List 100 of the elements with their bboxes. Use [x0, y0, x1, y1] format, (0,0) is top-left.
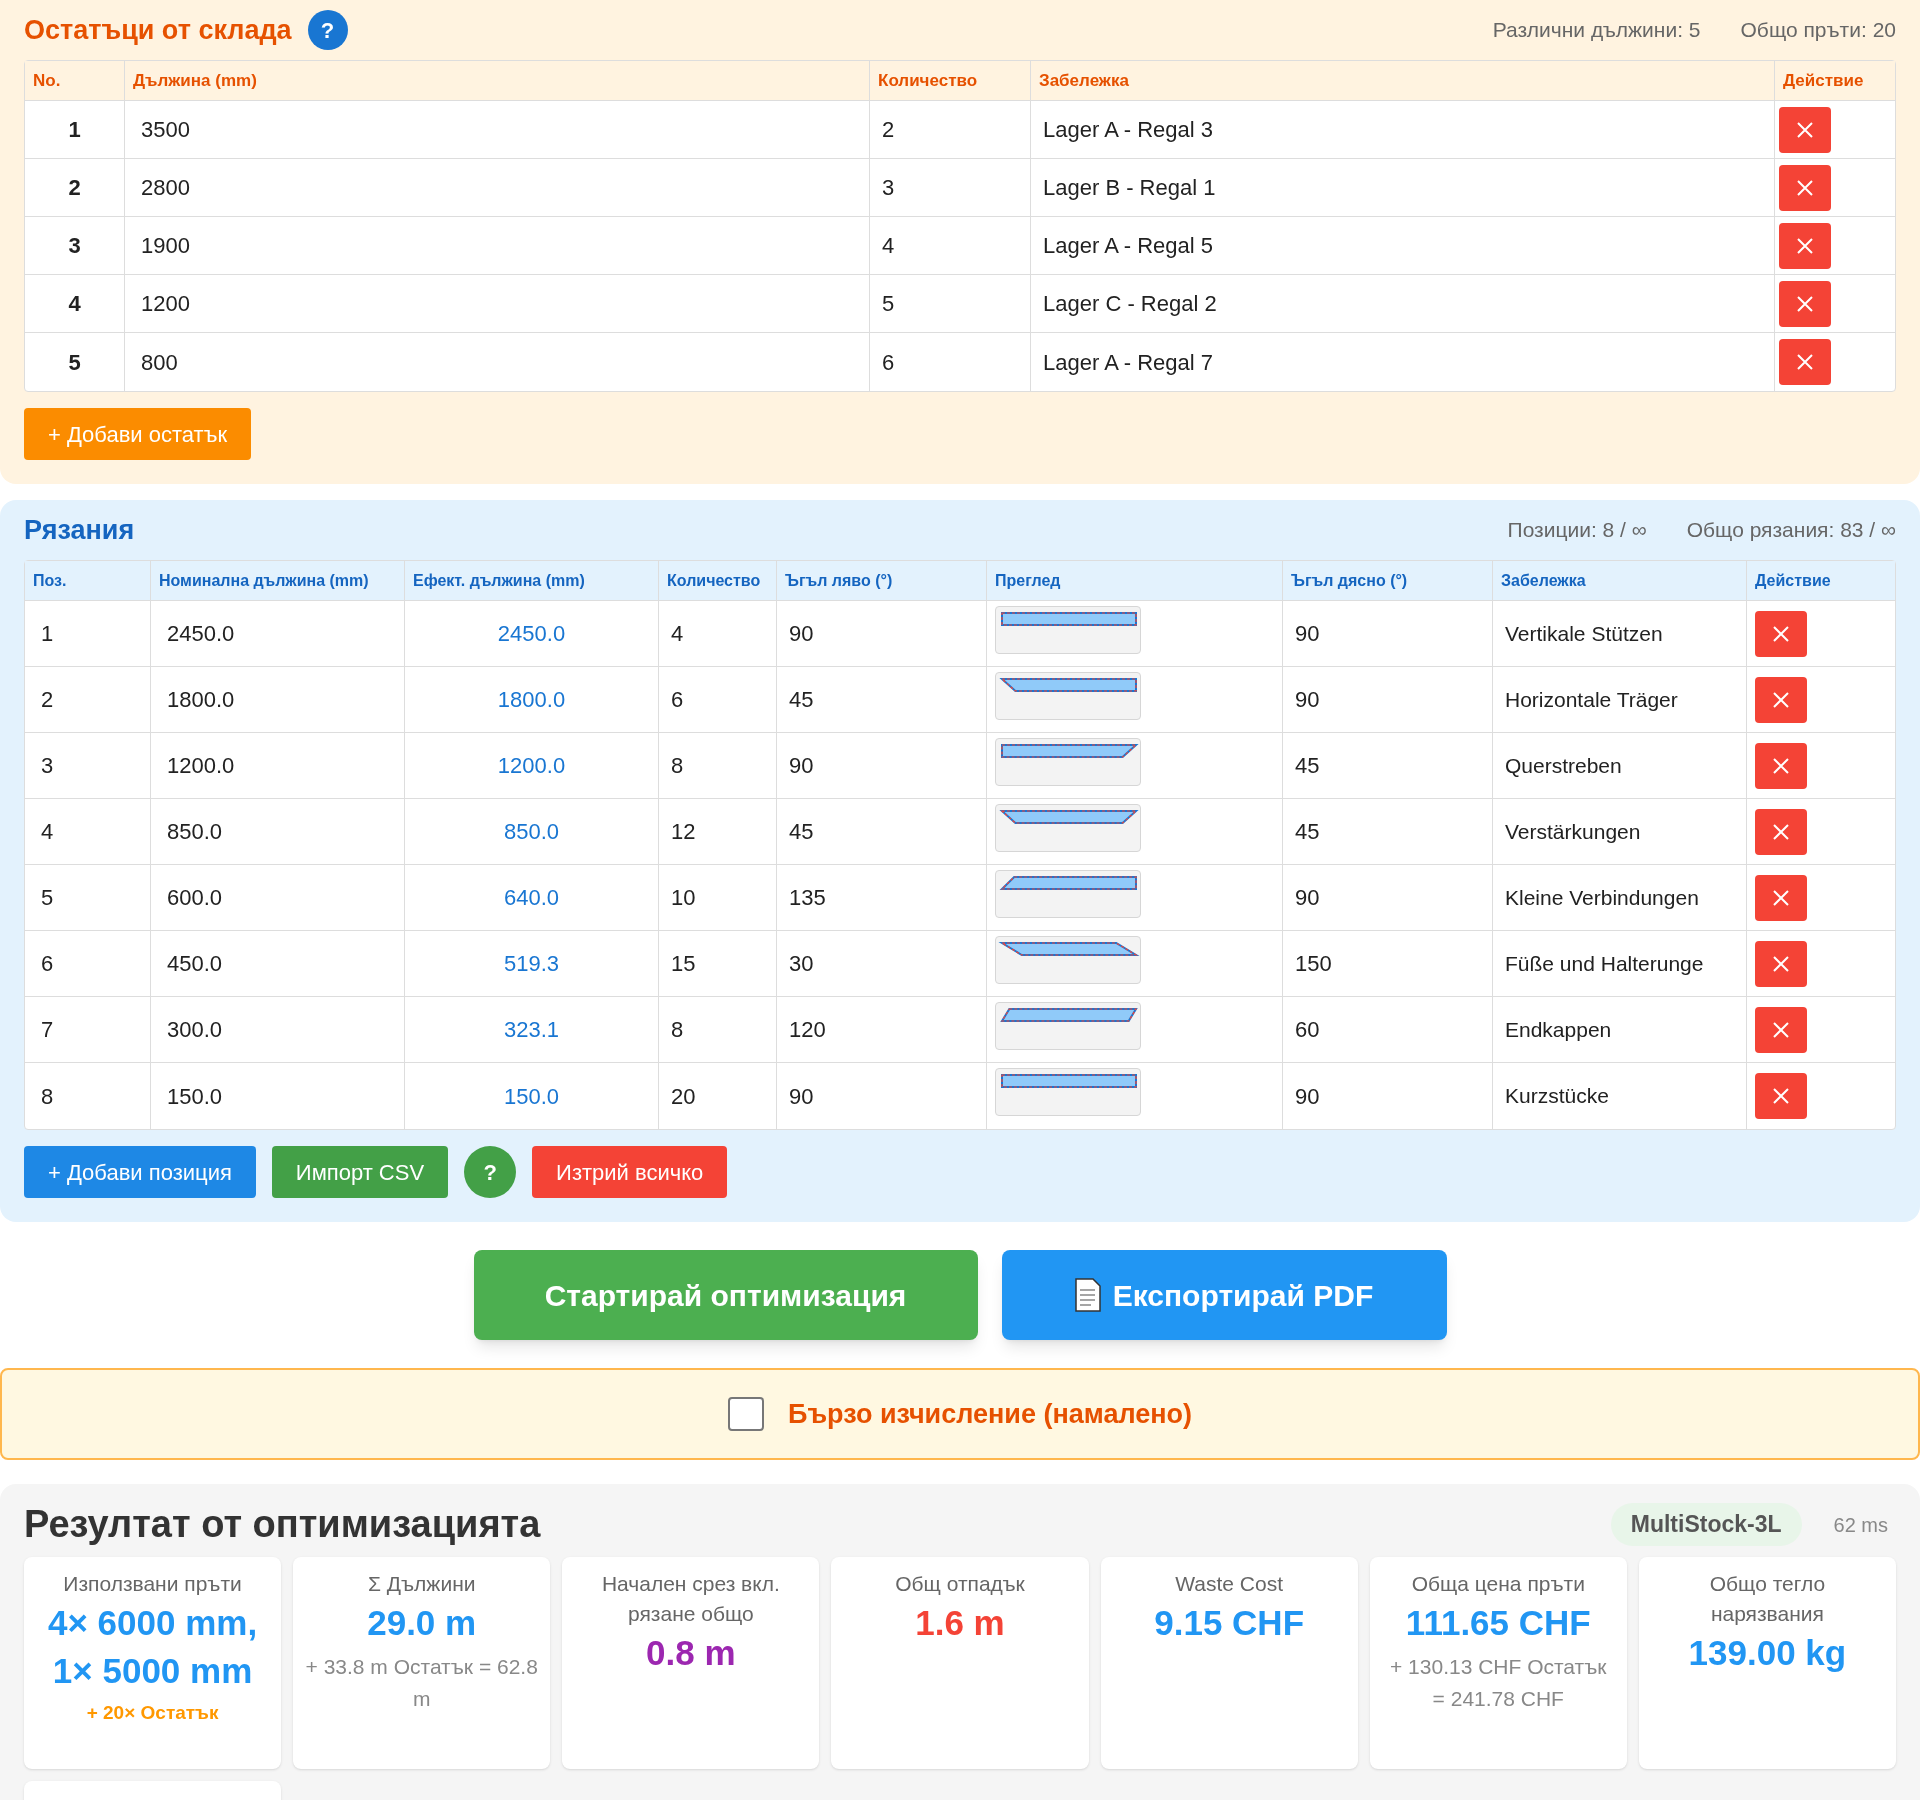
- delete-button[interactable]: [1779, 164, 1831, 211]
- table-cell: 45: [777, 667, 987, 732]
- table-cell: 4: [25, 799, 151, 864]
- close-icon: [1771, 755, 1791, 776]
- table-cell: 150.0: [151, 1063, 405, 1129]
- table-cell: 4: [25, 275, 125, 332]
- table-cell: Füße und Halterunge: [1493, 931, 1747, 996]
- table-cell: 6: [870, 333, 1031, 391]
- document-icon: [1074, 1278, 1101, 1312]
- table-cell: 450.0: [151, 931, 405, 996]
- delete-button[interactable]: [1779, 339, 1831, 385]
- delete-button[interactable]: [1755, 1073, 1807, 1119]
- fast-mode-checkbox[interactable]: [727, 1397, 764, 1431]
- card-title: Начален срез вкл. рязане общо: [600, 1571, 781, 1627]
- help-button[interactable]: ?: [464, 1146, 517, 1198]
- card-title: Използвани пръти: [63, 1571, 242, 1597]
- table-cell: 1200: [125, 275, 870, 332]
- table-cell: 640.0: [405, 865, 659, 930]
- table-cell: 90: [777, 733, 987, 798]
- table-cell: 12: [659, 799, 777, 864]
- section-title: Резултат от оптимизацията: [24, 1502, 541, 1547]
- column-header: Дължина (mm): [125, 61, 870, 100]
- clear-all-button[interactable]: Изтрий всичко: [532, 1146, 728, 1198]
- card-value: 111.65 CHF: [1405, 1602, 1591, 1644]
- table-cell: 2800: [125, 159, 870, 216]
- table-cell: Lager A - Regal 3: [1031, 101, 1775, 158]
- table-cell: 2: [25, 667, 151, 732]
- add-position-button[interactable]: + Добави позиция: [24, 1146, 256, 1198]
- table-cell: 3: [25, 733, 151, 798]
- column-header: Номинална дължина (mm): [151, 561, 405, 600]
- table-cell: 5: [870, 275, 1031, 332]
- table-cell: 600.0: [151, 865, 405, 930]
- delete-button[interactable]: [1755, 874, 1807, 921]
- card-value: 29.0 m: [367, 1602, 477, 1644]
- stat-text: Общо рязания: 83 / ∞: [1686, 517, 1896, 544]
- table-cell: 1200.0: [151, 733, 405, 798]
- table-cell: 8: [25, 1063, 151, 1129]
- table-cell: 1: [25, 601, 151, 666]
- table-cell: 1: [25, 101, 125, 158]
- table-cell: 2: [25, 159, 125, 216]
- close-icon: [1795, 293, 1815, 314]
- section-title: Остатъци от склада: [24, 13, 292, 47]
- column-header: Забележка: [1031, 61, 1775, 100]
- table-cell: 323.1: [405, 997, 659, 1062]
- column-header: Количество: [659, 561, 777, 600]
- column-header: No.: [25, 61, 125, 100]
- table-cell: 3: [870, 159, 1031, 216]
- table-cell: Lager A - Regal 5: [1031, 217, 1775, 274]
- table-cell: 850.0: [151, 799, 405, 864]
- column-header: Действие: [1754, 570, 1832, 591]
- stat-text: Различни дължини: 5: [1492, 17, 1701, 44]
- table-cell: 5: [25, 865, 151, 930]
- delete-button[interactable]: [1779, 222, 1831, 269]
- help-button[interactable]: ?: [307, 10, 348, 50]
- card-title: Waste Cost: [1175, 1571, 1283, 1597]
- table-cell: 850.0: [405, 799, 659, 864]
- table-cell: 6: [25, 931, 151, 996]
- export-pdf-button[interactable]: Експортирай PDF: [1001, 1250, 1447, 1340]
- add-stock-button[interactable]: + Добави остатък: [24, 408, 252, 460]
- table-cell: Horizontale Träger: [1493, 667, 1747, 732]
- table-cell: 2: [870, 101, 1031, 158]
- table-cell: 300.0: [151, 997, 405, 1062]
- card-title: Общо тегло нарязвания: [1708, 1571, 1827, 1627]
- table-cell: 90: [1283, 667, 1493, 732]
- table-cell: 60: [1283, 997, 1493, 1062]
- table-cell: 20: [659, 1063, 777, 1129]
- optimize-button[interactable]: Стартирай оптимизация: [473, 1250, 978, 1340]
- table-cell: 30: [777, 931, 987, 996]
- delete-button[interactable]: [1779, 280, 1831, 327]
- close-icon: [1771, 623, 1791, 644]
- table-cell: Lager C - Regal 2: [1031, 275, 1775, 332]
- table-cell: 10: [659, 865, 777, 930]
- table-cell: 3500: [125, 101, 870, 158]
- delete-button[interactable]: [1755, 808, 1807, 855]
- table-cell: 45: [777, 799, 987, 864]
- table-cell: 135: [777, 865, 987, 930]
- table-cell: Lager A - Regal 7: [1031, 333, 1775, 391]
- stat-text: Позиции: 8 / ∞: [1507, 517, 1647, 544]
- table-cell: 519.3: [405, 931, 659, 996]
- delete-button[interactable]: [1779, 106, 1831, 153]
- table-cell: 2450.0: [405, 601, 659, 666]
- table-cell: 3: [25, 217, 125, 274]
- close-icon: [1771, 821, 1791, 842]
- card-value: 139.00 kg: [1688, 1632, 1847, 1674]
- delete-button[interactable]: [1755, 610, 1807, 657]
- card-note: + 20× Остатък: [86, 1701, 219, 1725]
- time-text: 62 ms: [1833, 1512, 1888, 1538]
- import-button[interactable]: Импорт CSV: [271, 1146, 449, 1198]
- delete-button[interactable]: [1755, 940, 1807, 987]
- table-cell: Kurzstücke: [1493, 1063, 1747, 1129]
- table-cell: 90: [777, 601, 987, 666]
- delete-button[interactable]: [1755, 676, 1807, 723]
- delete-button[interactable]: [1755, 1006, 1807, 1053]
- column-header: Ъгъл ляво (°): [777, 561, 987, 600]
- delete-button[interactable]: [1755, 742, 1807, 789]
- column-header: Ъгъл дясно (°): [1283, 561, 1493, 600]
- table-cell: 150.0: [405, 1063, 659, 1129]
- table-cell: 90: [1283, 1063, 1493, 1129]
- close-icon: [1771, 1086, 1791, 1106]
- table-cell: 45: [1283, 733, 1493, 798]
